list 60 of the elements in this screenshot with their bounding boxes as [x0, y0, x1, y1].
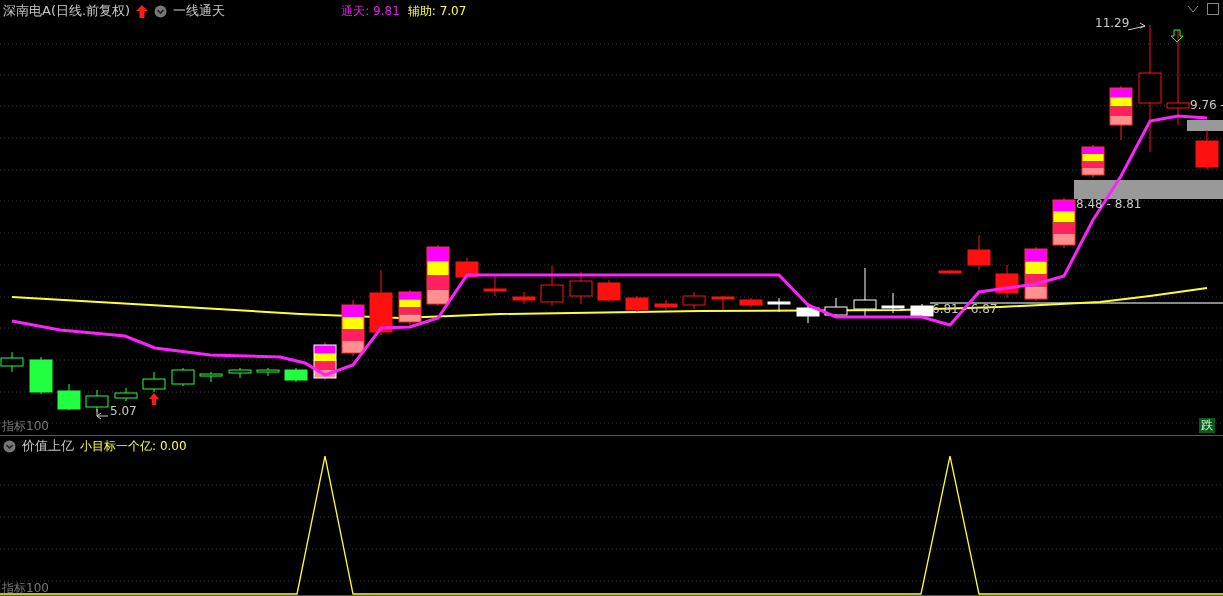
signal-candlestick [1081, 144, 1105, 179]
candlestick [284, 367, 308, 383]
candlestick [767, 297, 791, 313]
price-label: 5.07 [110, 404, 137, 418]
candlestick [369, 269, 393, 336]
indicator-name: 一线通天 [173, 2, 226, 20]
candlestick [853, 267, 877, 317]
dropdown-icon[interactable] [3, 439, 16, 453]
candlestick [57, 383, 81, 411]
window-icon[interactable] [1207, 3, 1219, 15]
legend-value: 辅助: 7.07 [407, 2, 467, 20]
legend-value: 小目标一个亿: 0.00 [80, 437, 187, 455]
signal-candlestick [1052, 197, 1076, 249]
candlestick [597, 279, 621, 303]
candlestick [540, 265, 564, 307]
candlestick [625, 295, 649, 313]
candlestick [910, 303, 934, 319]
up-arrow-icon [149, 393, 159, 405]
candlestick [199, 371, 223, 383]
up-arrow-icon [136, 4, 149, 18]
price-zone-bar [1187, 120, 1223, 131]
candlestick [711, 295, 735, 311]
indicator-name: 价值上亿 [22, 437, 74, 455]
candlestick [256, 367, 280, 377]
price-label: 8.48 - 8.81 [1076, 197, 1142, 211]
candlestick [228, 367, 252, 379]
candlestick [569, 271, 593, 305]
candlestick [512, 291, 536, 305]
candlestick [455, 257, 479, 281]
candlestick [171, 367, 195, 387]
candlestick [654, 299, 678, 311]
candlestick [29, 356, 53, 395]
candlestick [938, 269, 962, 275]
signal-badge: 跌 [1199, 418, 1215, 433]
candlestick [995, 264, 1019, 299]
down-arrow-icon [1170, 29, 1184, 43]
leader-line [96, 408, 109, 420]
legend-value: 通天: 9.81 [341, 2, 400, 20]
candlestick [824, 297, 848, 319]
signal-candlestick [426, 244, 450, 307]
candlestick [881, 292, 905, 314]
chart-title: 深南电A(日线.前复权) [3, 2, 131, 20]
leader-line [1127, 22, 1146, 31]
dropdown-icon[interactable] [154, 4, 168, 18]
signal-candlestick [1109, 85, 1133, 141]
scale-label: 指标100 [2, 580, 49, 596]
candlestick [114, 387, 138, 402]
collapse-icon[interactable] [1187, 3, 1199, 15]
candlestick [142, 371, 166, 393]
price-label: 11.29 [1095, 16, 1130, 30]
candlestick [1195, 129, 1219, 171]
signal-candlestick [341, 299, 365, 357]
signal-candlestick [398, 289, 422, 326]
candlestick [483, 274, 507, 297]
signal-candlestick [1024, 246, 1048, 302]
candlestick [739, 297, 763, 308]
candlestick [967, 234, 991, 271]
scale-label: 指标100 [2, 418, 49, 435]
candlestick [682, 291, 706, 310]
signal-candlestick [313, 341, 337, 381]
